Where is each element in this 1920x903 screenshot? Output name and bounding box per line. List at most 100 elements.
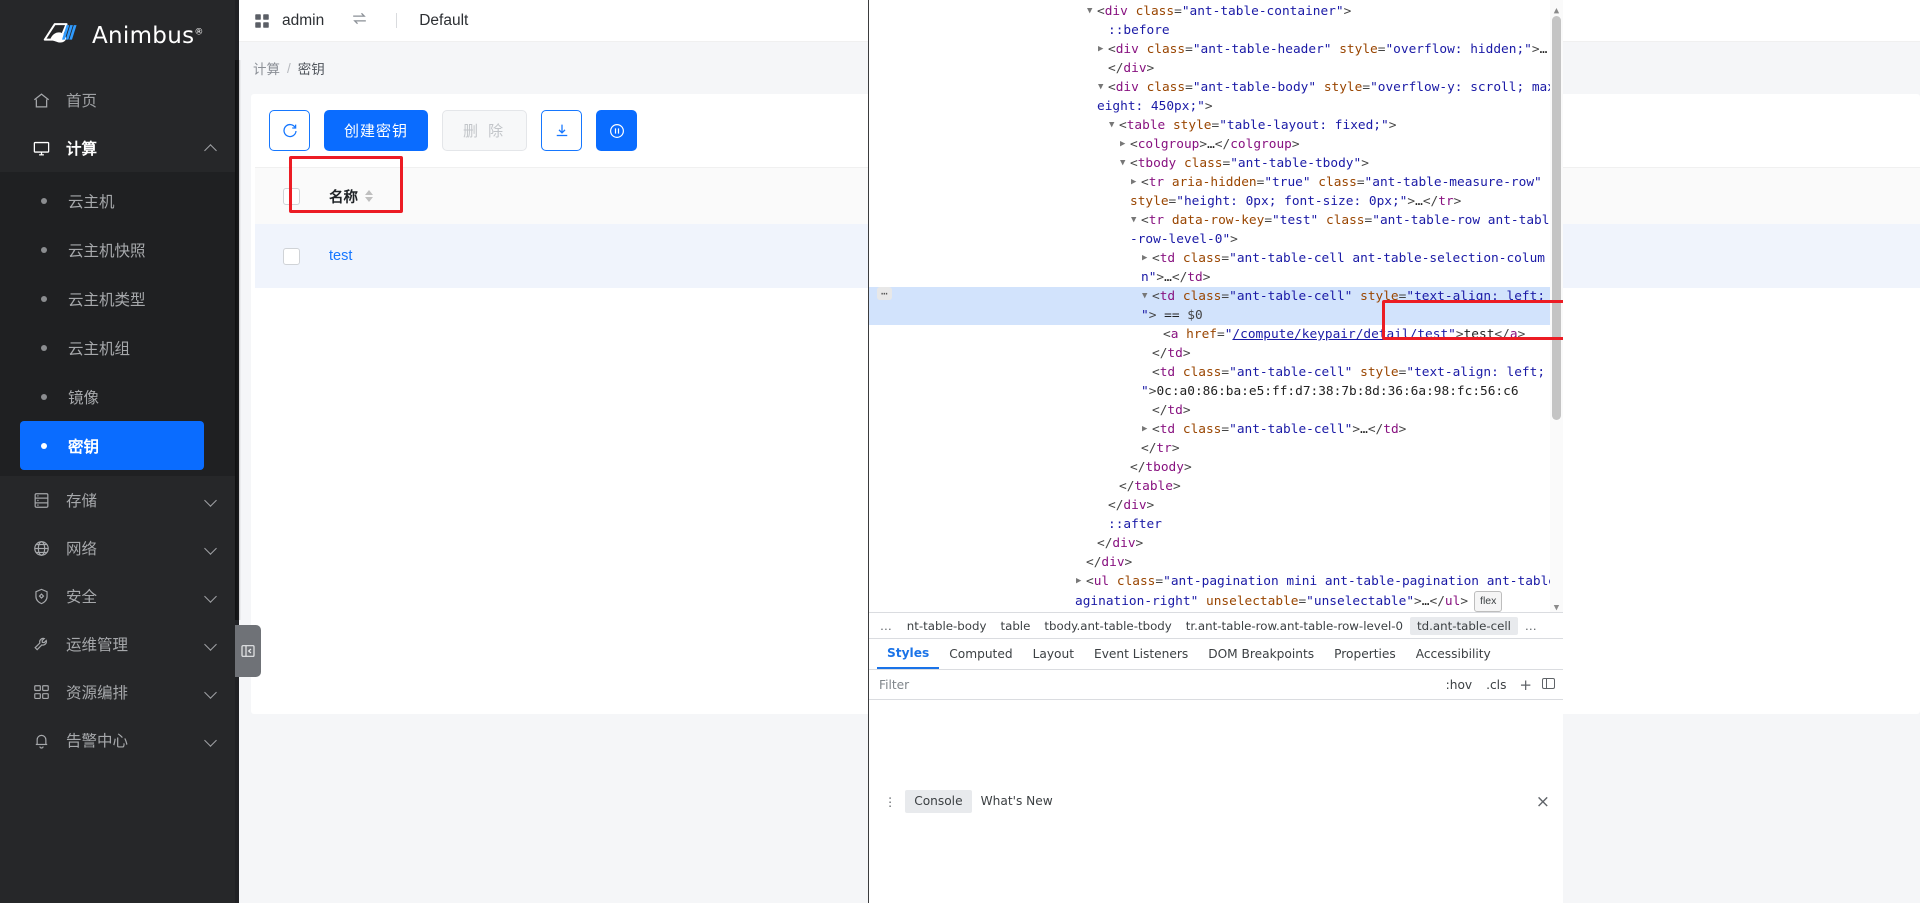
breadcrumb-parent[interactable]: 计算 (253, 58, 280, 78)
expand-arrow-down-icon[interactable]: ▼ (1098, 78, 1108, 97)
expand-arrow-right-icon[interactable]: ▶ (1131, 173, 1141, 192)
expand-arrow-right-icon[interactable]: ▶ (1098, 40, 1108, 59)
dom-node-line[interactable]: </td> (869, 344, 1563, 363)
cls-toggle-button[interactable]: .cls (1479, 678, 1513, 692)
current-project[interactable]: Default (419, 12, 468, 30)
dom-node-line[interactable]: ▼ <div class="ant-table-container"> (869, 2, 1563, 21)
devtools-breadcrumb-item[interactable]: nt-table-body (900, 617, 994, 635)
dom-node-line[interactable]: ▶ <td class="ant-table-cell">…</td> (869, 420, 1563, 439)
dom-node-line[interactable]: style="height: 0px; font-size: 0px;">…</… (869, 192, 1563, 211)
dom-node-dots-badge[interactable]: ⋯ (877, 287, 892, 300)
sidebar-subitem-host-group[interactable]: 云主机组 (20, 323, 204, 372)
sidebar-item-network[interactable]: 网络 (0, 524, 235, 572)
expand-arrow-right-icon[interactable]: ▶ (1076, 572, 1086, 591)
expand-arrow-down-icon[interactable]: ▼ (1120, 154, 1130, 173)
dom-node-line[interactable]: ▶ <tr aria-hidden="true" class="ant-table… (869, 173, 1563, 192)
dom-node-line[interactable]: agination-right" unselectable="unselecta… (869, 591, 1563, 612)
dom-node-line[interactable]: </td> (869, 401, 1563, 420)
sidebar-item-compute[interactable]: 计算 (0, 124, 235, 172)
devtools-breadcrumb-item[interactable]: tbody.ant-table-tbody (1037, 617, 1178, 635)
sidebar-item-home[interactable]: 首页 (0, 76, 235, 124)
sidebar-subitem-host-type[interactable]: 云主机类型 (20, 274, 204, 323)
drawer-more-options-icon[interactable]: ⋮ (875, 795, 905, 809)
sidebar-item-orchestration[interactable]: 资源编排 (0, 668, 235, 716)
sidebar-subitem-keypair[interactable]: 密钥 (20, 421, 204, 470)
dom-node-line[interactable]: -row-level-0"> (869, 230, 1563, 249)
dom-node-line[interactable]: </table> (869, 477, 1563, 496)
devtools-elements-tree[interactable]: ▼ <div class="ant-table-container">::befo… (869, 0, 1563, 612)
sidebar-subitem-host-snapshot[interactable]: 云主机快照 (20, 225, 204, 274)
dom-node-line[interactable]: ▶ <td class="ant-table-cell ant-table-sel… (869, 249, 1563, 268)
column-header-name[interactable]: 名称 (329, 186, 373, 207)
expand-arrow-down-icon[interactable]: ▼ (1131, 211, 1141, 230)
drawer-tab-console[interactable]: Console (905, 790, 972, 813)
devtools-tab-layout[interactable]: Layout (1023, 640, 1084, 668)
dom-node-line[interactable]: ▼ <div class="ant-table-body" style="over… (869, 78, 1563, 97)
dom-node-line[interactable]: eight: 450px;"> (869, 97, 1563, 116)
dom-node-line[interactable]: ::before (869, 21, 1563, 40)
dom-node-line[interactable]: ▶ <colgroup>…</colgroup> (869, 135, 1563, 154)
sidebar-collapse-handle[interactable] (235, 625, 261, 677)
devtools-tab-accessibility[interactable]: Accessibility (1406, 640, 1501, 668)
switch-icon[interactable] (350, 9, 369, 33)
refresh-button[interactable] (269, 110, 310, 151)
sidebar-subitem-image[interactable]: 镜像 (20, 372, 204, 421)
dom-node-line[interactable]: ▼ <tbody class="ant-table-tbody"> (869, 154, 1563, 173)
power-button[interactable] (596, 110, 638, 151)
sidebar-subitem-cloud-host[interactable]: 云主机 (20, 176, 204, 225)
sidebar-item-security[interactable]: 安全 (0, 572, 235, 620)
brand[interactable]: Animbus® (0, 0, 235, 72)
sidebar-item-ops[interactable]: 运维管理 (0, 620, 235, 668)
dom-node-line[interactable]: </div> (869, 496, 1563, 515)
dom-node-line[interactable]: "> == $0 (869, 306, 1563, 325)
dom-node-line[interactable]: <td class="ant-table-cell" style="text-a… (869, 363, 1563, 382)
dom-node-line[interactable]: </div> (869, 553, 1563, 572)
drawer-tab-whats-new[interactable]: What's New (972, 790, 1062, 813)
devtools-breadcrumb-item[interactable]: … (873, 617, 900, 635)
close-icon[interactable]: × (1536, 792, 1550, 812)
dom-node-line[interactable]: </div> (869, 534, 1563, 553)
expand-arrow-right-icon[interactable]: ▶ (1142, 249, 1152, 268)
dom-node-line[interactable]: n">…</td> (869, 268, 1563, 287)
dom-node-line[interactable]: ">0c:a0:86:ba:e5:ff:d7:38:7b:8d:36:6a:98… (869, 382, 1563, 401)
sidebar-item-alarm[interactable]: 告警中心 (0, 716, 235, 764)
sidebar-item-storage[interactable]: 存储 (0, 476, 235, 524)
devtools-breadcrumb-item[interactable]: table (993, 617, 1037, 635)
expand-arrow-down-icon[interactable]: ▼ (1109, 116, 1119, 135)
devtools-breadcrumb-item[interactable]: tr.ant-table-row.ant-table-row-level-0 (1179, 617, 1410, 635)
styles-filter-input[interactable]: Filter (879, 678, 1439, 692)
dom-node-line[interactable]: <a href="/compute/keypair/detail/test">t… (869, 325, 1563, 344)
hov-toggle-button[interactable]: :hov (1439, 678, 1480, 692)
dom-node-line[interactable]: ▼ <table style="table-layout: fixed;"> (869, 116, 1563, 135)
devtools-tab-event-listeners[interactable]: Event Listeners (1084, 640, 1198, 668)
devtools-scrollbar-thumb[interactable] (1552, 16, 1561, 420)
row-checkbox[interactable] (283, 247, 300, 265)
devtools-breadcrumb-item[interactable]: … (1518, 617, 1545, 635)
dom-node-line[interactable]: </tbody> (869, 458, 1563, 477)
sort-icon[interactable] (365, 190, 373, 202)
delete-button[interactable]: 删 除 (442, 110, 528, 151)
current-user[interactable]: admin (282, 12, 324, 30)
devtools-tab-dom-breakpoints[interactable]: DOM Breakpoints (1198, 640, 1324, 668)
dom-node-line[interactable]: ▶ <ul class="ant-pagination mini ant-tabl… (869, 572, 1563, 591)
new-style-rule-button[interactable]: + (1513, 676, 1538, 694)
scroll-down-arrow[interactable]: ▼ (1551, 599, 1562, 612)
dom-node-line[interactable]: </tr> (869, 439, 1563, 458)
devtools-breadcrumb-item[interactable]: td.ant-table-cell (1410, 616, 1518, 635)
grid-icon[interactable] (253, 12, 271, 30)
devtools-tab-styles[interactable]: Styles (877, 639, 940, 669)
dom-node-line[interactable]: ⋯ ▼ <td class="ant-table-cell" style="text… (869, 287, 1563, 306)
devtools-tab-computed[interactable]: Computed (939, 640, 1022, 668)
dom-node-line[interactable]: ::after (869, 610, 1563, 612)
expand-arrow-right-icon[interactable]: ▶ (1142, 420, 1152, 439)
dom-node-line[interactable]: ▼ <tr data-row-key="test" class="ant-tabl… (869, 211, 1563, 230)
create-keypair-button[interactable]: 创建密钥 (324, 110, 429, 151)
devtools-tab-properties[interactable]: Properties (1324, 640, 1406, 668)
devtools-scroll-track[interactable]: ▲ ▼ (1550, 0, 1563, 612)
computed-sidebar-toggle-icon[interactable] (1538, 677, 1563, 692)
dom-node-line[interactable]: ::after (869, 515, 1563, 534)
dom-node-line[interactable]: ▶ <div class="ant-table-header" style="ov… (869, 40, 1563, 59)
keypair-name-link[interactable]: test (329, 248, 352, 264)
scroll-up-arrow[interactable]: ▲ (1551, 2, 1562, 16)
dom-node-line[interactable]: </div> (869, 59, 1563, 78)
